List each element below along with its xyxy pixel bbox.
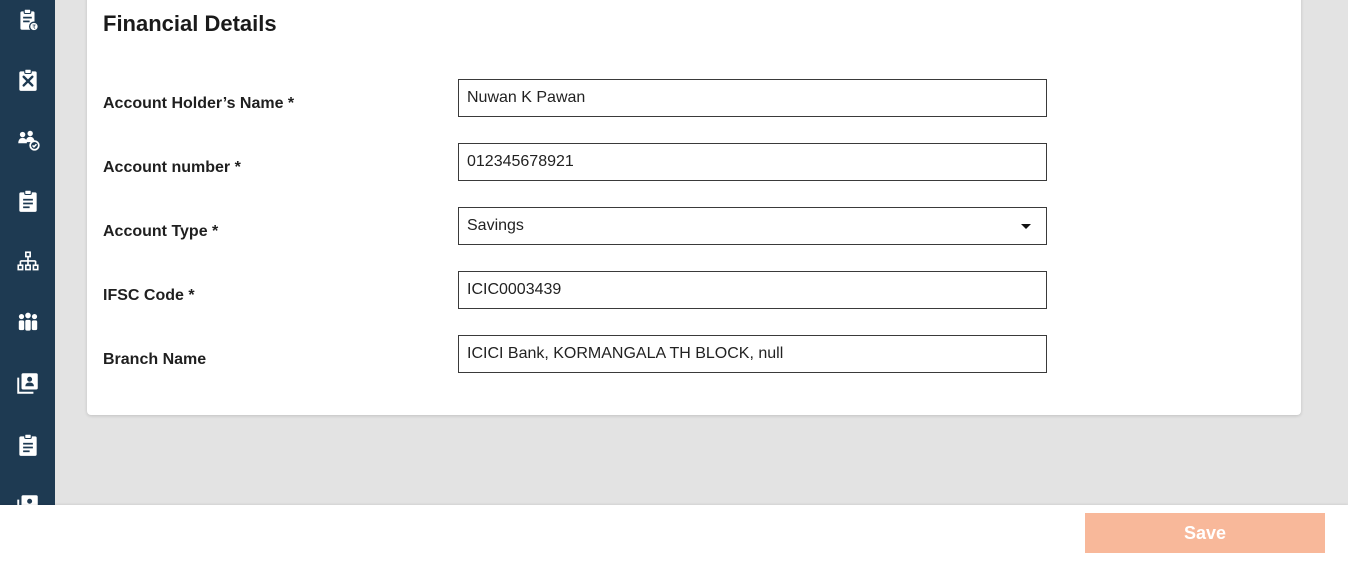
account-number-value: 012345678921 <box>467 153 574 170</box>
org-chart-icon <box>16 251 39 271</box>
financial-details-card: Financial Details Account Holder’s Name … <box>87 0 1301 415</box>
account-type-select[interactable]: Savings <box>458 207 1047 245</box>
sidebar-item-team[interactable] <box>0 120 55 160</box>
save-button[interactable]: Save <box>1085 513 1325 553</box>
sidebar-item-tools[interactable] <box>0 60 55 100</box>
team-approval-icon <box>17 130 40 151</box>
tools-clipboard-icon <box>18 68 37 91</box>
sidebar-item-group[interactable] <box>0 302 55 342</box>
ifsc-code-value: ICIC0003439 <box>467 281 562 298</box>
section-title: Financial Details <box>103 11 277 36</box>
ifsc-code-label: IFSC Code * <box>103 287 195 304</box>
clipboard-list-icon <box>18 189 37 212</box>
assignment-icon <box>18 433 37 456</box>
branch-name-input[interactable]: ICICI Bank, KORMANGALA TH BLOCK, null <box>458 335 1047 373</box>
contact-book-icon <box>16 373 38 394</box>
ifsc-code-input[interactable]: ICIC0003439 <box>458 271 1047 309</box>
sidebar-item-org[interactable] <box>0 242 55 282</box>
account-holder-name-label: Account Holder’s Name * <box>103 95 295 112</box>
sidebar-item-assignment[interactable] <box>0 425 55 465</box>
account-number-label: Account number * <box>103 159 241 176</box>
clipboard-rupee-icon: ₹ <box>19 8 39 32</box>
account-type-value: Savings <box>467 217 524 234</box>
svg-text:₹: ₹ <box>32 24 36 31</box>
branch-name-value: ICICI Bank, KORMANGALA TH BLOCK, null <box>467 345 784 362</box>
account-holder-name-value: Nuwan K Pawan <box>467 89 586 106</box>
account-type-label: Account Type * <box>103 223 219 240</box>
badge-icon <box>16 495 38 505</box>
group-icon <box>18 312 37 331</box>
sidebar-item-contacts[interactable] <box>0 363 55 403</box>
account-holder-name-input[interactable]: Nuwan K Pawan <box>458 79 1047 117</box>
account-number-input[interactable]: 012345678921 <box>458 143 1047 181</box>
footer-bar: Save <box>0 505 1348 561</box>
sidebar-nav: ₹ <box>0 0 55 505</box>
sidebar-item-finance[interactable]: ₹ <box>0 0 55 40</box>
sidebar-item-clipboard[interactable] <box>0 181 55 221</box>
sidebar-item-badge[interactable] <box>0 485 55 505</box>
branch-name-label: Branch Name <box>103 351 207 368</box>
chevron-down-icon[interactable] <box>1021 224 1031 229</box>
